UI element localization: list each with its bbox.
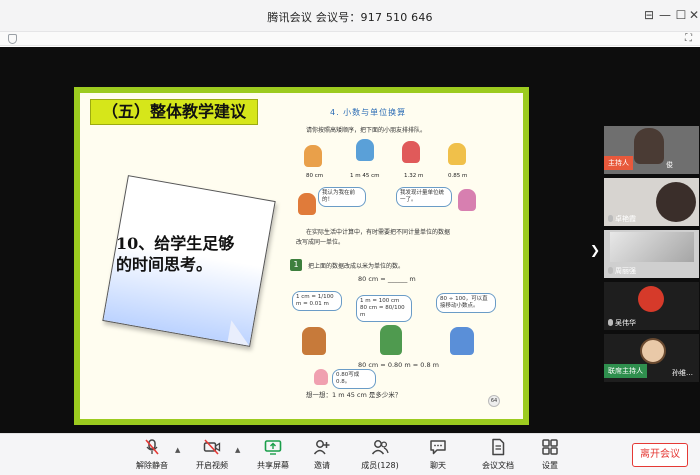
share-screen-button[interactable]: 共享屏幕 (251, 438, 295, 471)
meeting-toolbar: 解除静音 ▲ 开启视频 ▲ 共享屏幕 邀请 成员(128) 聊天 会议文档 设置… (0, 433, 700, 475)
mic-icon (608, 267, 613, 274)
invite-label: 邀请 (314, 461, 330, 470)
settings-icon (542, 439, 558, 455)
unmute-label: 解除静音 (136, 461, 168, 470)
window-title: 腾讯会议 会议号：917 510 646 (267, 11, 433, 24)
child-figure (304, 145, 322, 167)
start-video-label: 开启视频 (196, 461, 228, 470)
members-button[interactable]: 成员(128) (352, 438, 408, 471)
participant-tile[interactable]: 主持人 俊 (604, 126, 699, 174)
share-screen-icon (264, 440, 282, 455)
note-text: 10、给学生足够的时间思考。 (116, 234, 235, 274)
speech-bubble: 80 ÷ 100，可以直接移动小数点。 (436, 293, 496, 313)
start-video-button[interactable]: 开启视频 (190, 438, 234, 471)
share-screen-label: 共享屏幕 (257, 461, 289, 470)
docs-label: 会议文档 (482, 461, 514, 470)
chevron-up-icon[interactable]: ▲ (175, 446, 180, 454)
settings-label: 设置 (542, 461, 558, 470)
think-question: 想一想：1 m 45 cm 是多少米？ (306, 391, 402, 399)
participant-name: 孙维… (672, 369, 693, 377)
host-badge: 主持人 (604, 156, 633, 170)
security-icon[interactable] (8, 34, 17, 44)
video-feed (610, 232, 694, 262)
participant-panel: 主持人 俊 卓艳霞 周丽强 吴伟华 联席主持人 孙维… (604, 126, 699, 388)
participant-tile[interactable]: 联席主持人 孙维… (604, 334, 699, 382)
note-line: 在实际生活中计算中，有时需要把不同计量单位的数据 (306, 229, 451, 236)
speech-bubble: 0.80写成0.8。 (332, 369, 376, 389)
answer-equation: 80 cm = 0.80 m = 0.8 m (358, 361, 440, 369)
info-bar: ⛶ (0, 32, 700, 46)
avatar (656, 182, 696, 222)
meeting-stage: （五）整体教学建议 10、给学生足够的时间思考。 4. 小数与单位换算 请你按照… (0, 47, 700, 433)
note-fold (227, 320, 254, 346)
chat-label: 聊天 (430, 461, 446, 470)
question-equation: 80 cm = ______ m (358, 275, 416, 283)
invite-button[interactable]: 邀请 (300, 438, 344, 471)
participant-name-text: 周丽强 (615, 267, 636, 275)
height-label: 1 m 45 cm (350, 173, 380, 179)
chat-icon (430, 440, 446, 455)
height-label: 1.32 m (404, 173, 424, 179)
participant-name-text: 卓艳霞 (615, 215, 636, 223)
child-figure (448, 143, 466, 165)
speech-bubble: 1 cm = 1/100 m = 0.01 m (292, 291, 342, 311)
page-number: 64 (488, 395, 500, 407)
participant-name: 卓艳霞 (608, 214, 636, 224)
avatar (640, 338, 666, 364)
unmute-button[interactable]: 解除静音 (130, 438, 174, 471)
child-figure (298, 193, 316, 215)
camera-off-icon (203, 439, 221, 455)
height-label: 0.85 m (448, 173, 468, 179)
close-button[interactable]: ✕ (688, 6, 700, 24)
mic-off-icon (145, 439, 159, 455)
participant-name: 俊 (666, 161, 673, 169)
chevron-right-icon[interactable]: ❯ (590, 243, 600, 257)
child-figure (302, 327, 326, 355)
participant-name: 吴伟华 (608, 318, 636, 328)
members-icon (371, 440, 389, 455)
cohost-badge: 联席主持人 (604, 364, 647, 378)
docs-button[interactable]: 会议文档 (474, 438, 522, 471)
shared-screen: （五）整体教学建议 10、给学生足够的时间思考。 4. 小数与单位换算 请你按照… (74, 87, 529, 425)
child-figure (450, 327, 474, 355)
height-label: 80 cm (306, 173, 324, 179)
textbook-page: 4. 小数与单位换算 请你按照高矮顺序，把下面的小朋友排排队。 80 cm 1 … (288, 99, 513, 413)
speech-bubble: 1 m = 100 cm 80 cm = 80/100 m (356, 295, 412, 322)
members-label: 成员(128) (361, 461, 399, 470)
question-number: 1 (290, 259, 302, 271)
settings-button[interactable]: 设置 (528, 438, 572, 471)
document-icon (492, 438, 505, 456)
child-figure (314, 369, 328, 385)
instruction-text: 请你按照高矮顺序，把下面的小朋友排排队。 (306, 127, 427, 134)
mic-icon (608, 215, 613, 222)
child-figure (402, 141, 420, 163)
speech-bubble: 我认为我在前的！ (318, 187, 366, 207)
leave-meeting-button[interactable]: 离开会议 (632, 443, 688, 467)
chapter-title: 4. 小数与单位换算 (330, 108, 407, 117)
child-figure (380, 325, 402, 355)
mic-icon (608, 319, 613, 326)
participant-tile[interactable]: 卓艳霞 (604, 178, 699, 226)
fullscreen-icon[interactable]: ⛶ (685, 33, 692, 44)
slide-title: （五）整体教学建议 (90, 99, 258, 125)
title-bar: 腾讯会议 会议号：917 510 646 ⊟ — ☐ ✕ (0, 0, 700, 32)
speech-bubble: 我发现计量单位统一了。 (396, 187, 452, 207)
chevron-up-icon[interactable]: ▲ (235, 446, 240, 454)
slide-content: （五）整体教学建议 10、给学生足够的时间思考。 4. 小数与单位换算 请你按照… (80, 93, 523, 419)
participant-name-text: 吴伟华 (615, 319, 636, 327)
question-text: 把上面的数据改成以米为单位的数。 (308, 263, 405, 270)
add-user-icon (313, 440, 330, 455)
child-figure (458, 189, 476, 211)
child-figure (356, 139, 374, 161)
chat-button[interactable]: 聊天 (416, 438, 460, 471)
avatar (638, 286, 664, 312)
participant-name: 周丽强 (608, 266, 636, 276)
participant-tile[interactable]: 吴伟华 (604, 282, 699, 330)
note-line: 改写成同一单位。 (296, 239, 345, 246)
avatar (634, 128, 664, 164)
participant-tile[interactable]: 周丽强 (604, 230, 699, 278)
